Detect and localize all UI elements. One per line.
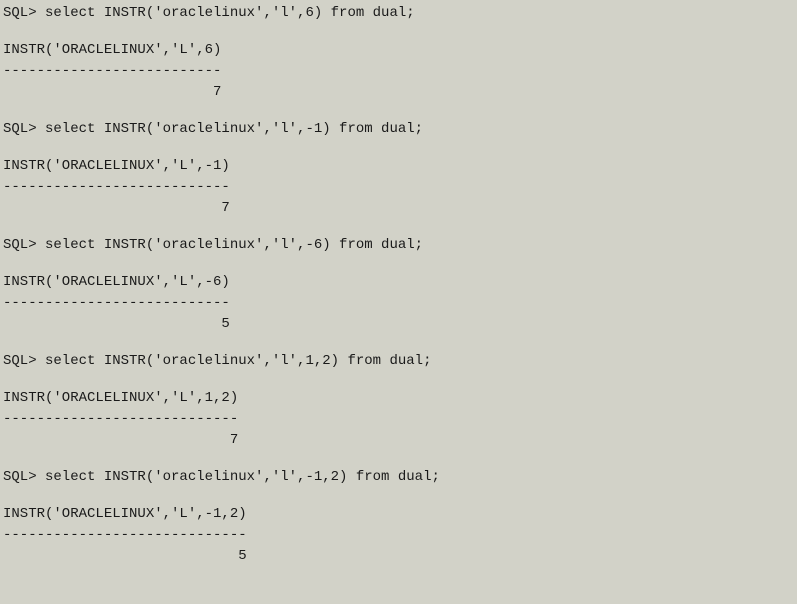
result-header: INSTR('ORACLELINUX','L',-1) (3, 156, 794, 177)
query-block: SQL> select INSTR('oraclelinux','l',-6) … (3, 235, 794, 335)
result-divider: -------------------------- (3, 61, 794, 82)
sql-prompt-line[interactable]: SQL> select INSTR('oraclelinux','l',-6) … (3, 235, 794, 256)
query-block: SQL> select INSTR('oraclelinux','l',-1,2… (3, 467, 794, 567)
result-value: 7 (3, 430, 794, 451)
result-divider: --------------------------- (3, 293, 794, 314)
sql-prompt-line[interactable]: SQL> select INSTR('oraclelinux','l',1,2)… (3, 351, 794, 372)
sql-prompt-line[interactable]: SQL> select INSTR('oraclelinux','l',6) f… (3, 3, 794, 24)
result-value: 5 (3, 546, 794, 567)
query-block: SQL> select INSTR('oraclelinux','l',1,2)… (3, 351, 794, 451)
sql-prompt-line[interactable]: SQL> select INSTR('oraclelinux','l',-1,2… (3, 467, 794, 488)
query-block: SQL> select INSTR('oraclelinux','l',6) f… (3, 3, 794, 103)
sql-prompt-line[interactable]: SQL> select INSTR('oraclelinux','l',-1) … (3, 119, 794, 140)
result-divider: ----------------------------- (3, 525, 794, 546)
result-value: 7 (3, 198, 794, 219)
result-value: 5 (3, 314, 794, 335)
result-divider: ---------------------------- (3, 409, 794, 430)
result-header: INSTR('ORACLELINUX','L',1,2) (3, 388, 794, 409)
result-header: INSTR('ORACLELINUX','L',-1,2) (3, 504, 794, 525)
result-divider: --------------------------- (3, 177, 794, 198)
result-header: INSTR('ORACLELINUX','L',-6) (3, 272, 794, 293)
query-block: SQL> select INSTR('oraclelinux','l',-1) … (3, 119, 794, 219)
result-value: 7 (3, 82, 794, 103)
result-header: INSTR('ORACLELINUX','L',6) (3, 40, 794, 61)
